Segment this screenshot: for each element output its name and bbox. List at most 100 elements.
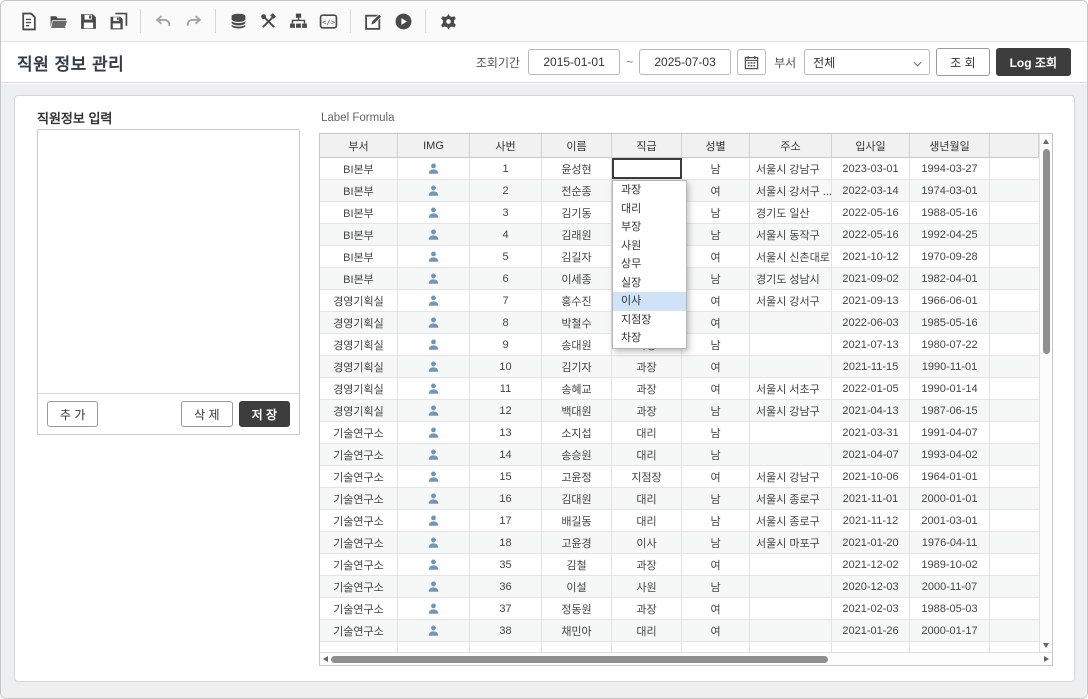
column-header-img[interactable]: IMG [398, 134, 470, 157]
dropdown-item[interactable]: 실장 [613, 274, 686, 293]
cell-gender[interactable]: 남 [682, 532, 750, 553]
sitemap-icon[interactable] [283, 6, 313, 36]
horizontal-scrollbar[interactable] [320, 652, 1052, 665]
cell-dept[interactable]: 기술연구소 [320, 444, 398, 465]
cell-position[interactable]: 과장 [612, 400, 682, 421]
add-button[interactable]: 추 가 [47, 401, 98, 427]
cell-hire_date[interactable]: 2021-04-07 [832, 444, 910, 465]
tools-icon[interactable] [253, 6, 283, 36]
cell-name[interactable]: 이설 [542, 576, 612, 597]
cell-hire_date[interactable]: 2022-01-05 [832, 378, 910, 399]
cell-hire_date[interactable]: 2021-12-02 [832, 554, 910, 575]
cell-gender[interactable]: 남 [682, 510, 750, 531]
column-header-hire_date[interactable]: 입사일 [832, 134, 910, 157]
cell-dept[interactable]: 경영기획실 [320, 356, 398, 377]
cell-name[interactable]: 박철수 [542, 312, 612, 333]
cell-id[interactable]: 38 [470, 620, 542, 641]
cell-img[interactable] [398, 466, 470, 487]
cell-address[interactable] [750, 444, 832, 465]
cell-gender[interactable]: 여 [682, 312, 750, 333]
cell-id[interactable]: 9 [470, 334, 542, 355]
calendar-button[interactable] [737, 49, 766, 75]
cell-position[interactable]: 과장 [612, 356, 682, 377]
cell-name[interactable]: 송혜교 [542, 378, 612, 399]
cell-birth_date[interactable]: 1993-04-02 [910, 444, 990, 465]
cell-gender[interactable]: 남 [682, 422, 750, 443]
cell-address[interactable] [750, 598, 832, 619]
cell-gender[interactable]: 여 [682, 180, 750, 201]
cell-img[interactable] [398, 422, 470, 443]
cell-hire_date[interactable]: 2021-07-13 [832, 334, 910, 355]
cell-dept[interactable]: BI본부 [320, 246, 398, 267]
cell-birth_date[interactable]: 1988-05-16 [910, 202, 990, 223]
dropdown-item[interactable]: 이사 [613, 292, 686, 311]
cell-dept[interactable]: 경영기획실 [320, 290, 398, 311]
cell-id[interactable]: 16 [470, 488, 542, 509]
settings-icon[interactable] [433, 6, 463, 36]
cell-address[interactable]: 서울시 강서구 ... [750, 180, 832, 201]
cell-address[interactable] [750, 312, 832, 333]
scroll-left-arrow-icon[interactable] [323, 656, 328, 662]
cell-gender[interactable]: 남 [682, 224, 750, 245]
cell-img[interactable] [398, 400, 470, 421]
cell-dept[interactable]: 경영기획실 [320, 334, 398, 355]
vertical-scroll-thumb[interactable] [1043, 149, 1050, 354]
cell-birth_date[interactable]: 2000-11-07 [910, 576, 990, 597]
cell-img[interactable] [398, 620, 470, 641]
cell-dept[interactable]: 경영기획실 [320, 378, 398, 399]
cell-id[interactable]: 2 [470, 180, 542, 201]
cell-gender[interactable]: 여 [682, 246, 750, 267]
cell-hire_date[interactable]: 2020-12-03 [832, 576, 910, 597]
cell-position[interactable]: 대리 [612, 444, 682, 465]
save-button[interactable]: 저 장 [239, 401, 290, 427]
cell-birth_date[interactable]: 1980-07-22 [910, 334, 990, 355]
cell-birth_date[interactable]: 2001-03-01 [910, 510, 990, 531]
column-header-dept[interactable]: 부서 [320, 134, 398, 157]
cell-dept[interactable]: 경영기획실 [320, 400, 398, 421]
cell-hire_date[interactable]: 2022-06-03 [832, 312, 910, 333]
cell-img[interactable] [398, 532, 470, 553]
cell-dept[interactable]: 기술연구소 [320, 422, 398, 443]
cell-name[interactable]: 배길동 [542, 510, 612, 531]
date-to-input[interactable] [639, 49, 731, 75]
cell-hire_date[interactable]: 2022-03-14 [832, 180, 910, 201]
cell-img[interactable] [398, 202, 470, 223]
cell-id[interactable]: 15 [470, 466, 542, 487]
cell-birth_date[interactable]: 2000-01-01 [910, 488, 990, 509]
dropdown-item[interactable]: 부장 [613, 218, 686, 237]
cell-address[interactable] [750, 576, 832, 597]
cell-id[interactable]: 4 [470, 224, 542, 245]
cell-id[interactable]: 17 [470, 510, 542, 531]
cell-address[interactable]: 경기도 일산 [750, 202, 832, 223]
cell-name[interactable]: 윤성현 [542, 158, 612, 179]
column-header-position[interactable]: 직급 [612, 134, 682, 157]
cell-name[interactable]: 소지섭 [542, 422, 612, 443]
cell-address[interactable]: 서울시 신촌대로 [750, 246, 832, 267]
cell-name[interactable]: 김기자 [542, 356, 612, 377]
dropdown-item[interactable]: 상무 [613, 255, 686, 274]
cell-birth_date[interactable]: 1976-04-11 [910, 532, 990, 553]
cell-address[interactable]: 서울시 종로구 [750, 510, 832, 531]
horizontal-scroll-thumb[interactable] [331, 656, 828, 663]
cell-birth_date[interactable]: 1989-10-02 [910, 554, 990, 575]
scroll-right-arrow-icon[interactable] [1044, 656, 1049, 662]
dropdown-item[interactable]: 대리 [613, 200, 686, 219]
cell-birth_date[interactable]: 1990-01-14 [910, 378, 990, 399]
cell-position[interactable]: 사원 [612, 576, 682, 597]
cell-gender[interactable]: 남 [682, 576, 750, 597]
cell-id[interactable]: 6 [470, 268, 542, 289]
cell-hire_date[interactable]: 2021-01-20 [832, 532, 910, 553]
cell-birth_date[interactable]: 1991-04-07 [910, 422, 990, 443]
cell-dept[interactable]: BI본부 [320, 180, 398, 201]
cell-img[interactable] [398, 224, 470, 245]
cell-dept[interactable]: BI본부 [320, 224, 398, 245]
new-document-icon[interactable] [13, 6, 43, 36]
cell-hire_date[interactable]: 2023-03-01 [832, 158, 910, 179]
cell-address[interactable]: 서울시 동작구 [750, 224, 832, 245]
cell-birth_date[interactable]: 1994-03-27 [910, 158, 990, 179]
delete-button[interactable]: 삭 제 [181, 401, 232, 427]
cell-birth_date[interactable]: 1982-04-01 [910, 268, 990, 289]
cell-id[interactable]: 37 [470, 598, 542, 619]
cell-img[interactable] [398, 356, 470, 377]
cell-address[interactable] [750, 422, 832, 443]
